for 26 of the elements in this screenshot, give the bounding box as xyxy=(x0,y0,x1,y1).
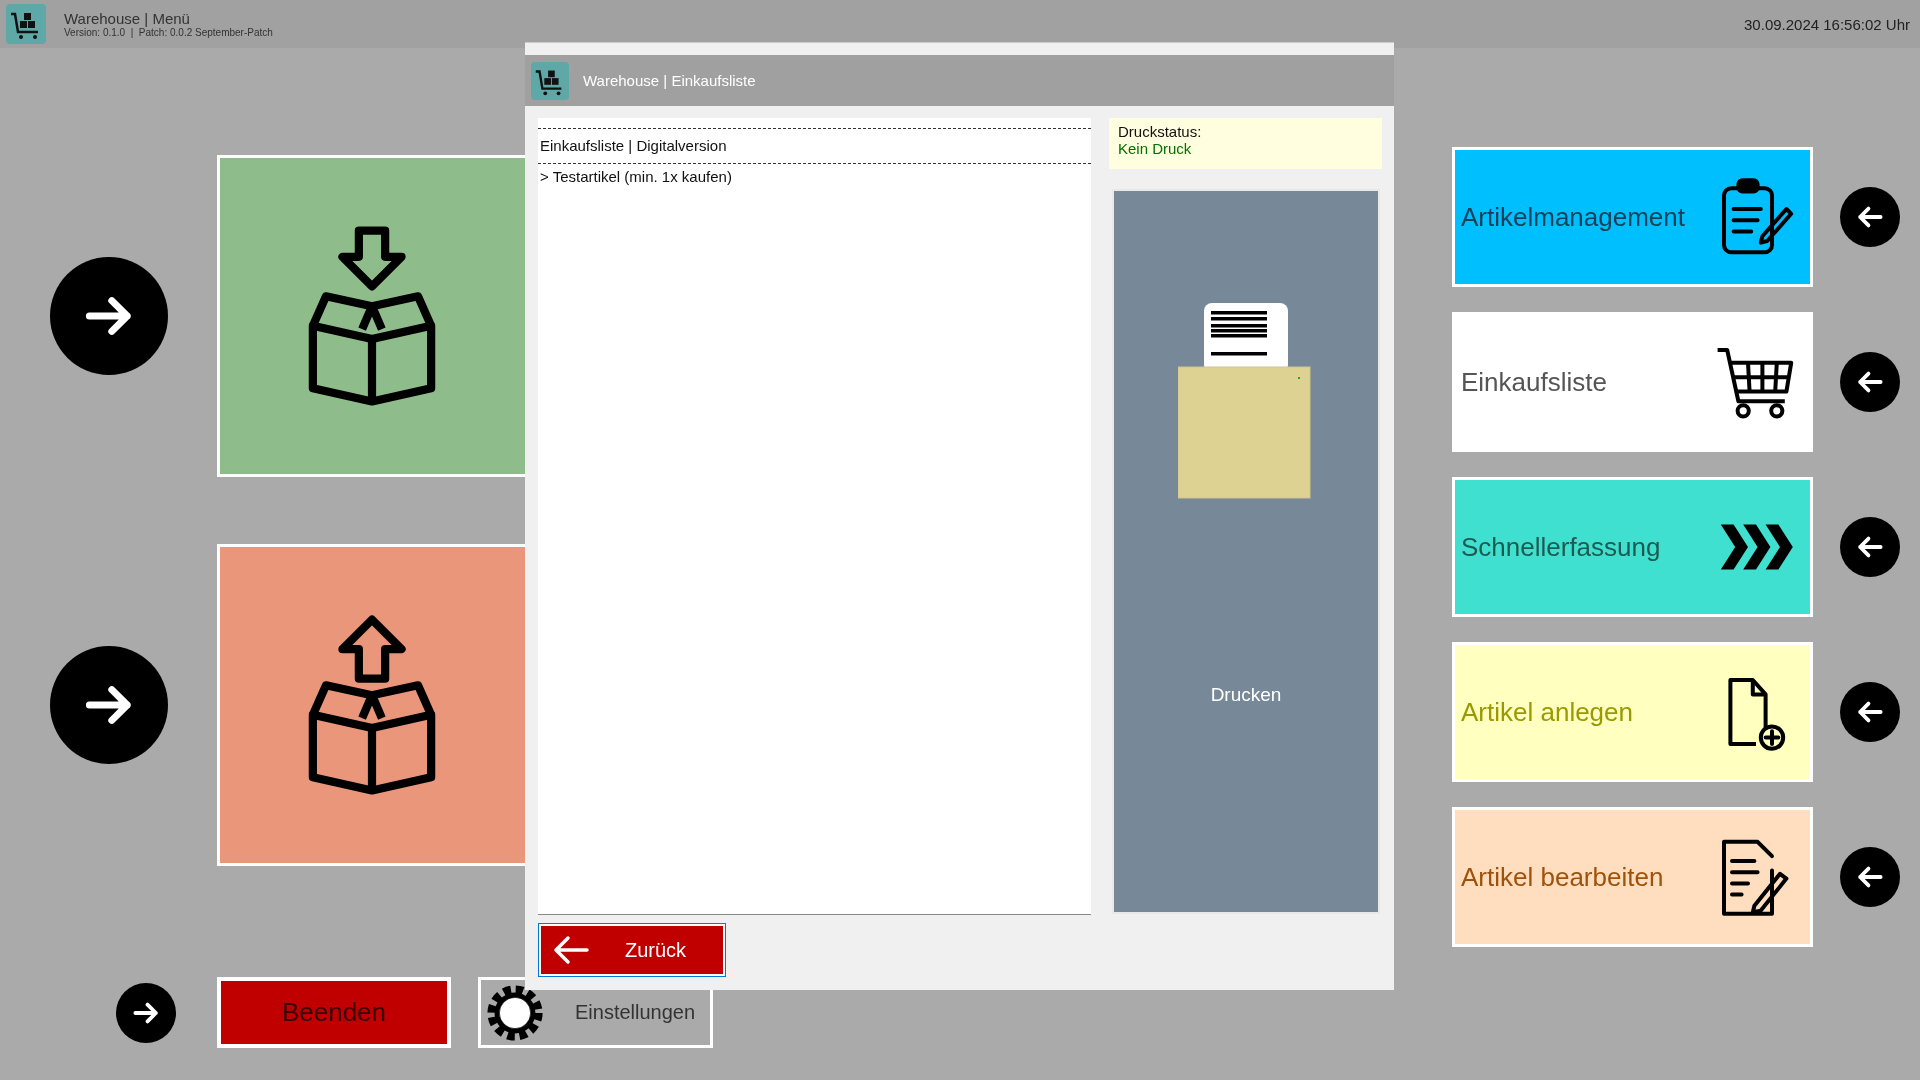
print-button[interactable]: Drucken xyxy=(1112,189,1380,914)
list-line: > Testartikel (min. 1x kaufen) xyxy=(539,167,733,187)
arrow-button[interactable] xyxy=(1840,517,1900,577)
menu-tile[interactable]: Einkaufsliste xyxy=(1452,312,1813,452)
list-line: Einkaufsliste | Digitalversion xyxy=(538,128,1091,164)
window-title: Warehouse | Menü xyxy=(64,9,191,27)
arrow-button[interactable] xyxy=(1840,352,1900,412)
clock: 30.09.2024 16:56:02 Uhr xyxy=(1744,15,1910,33)
menu-tile[interactable]: Schnellerfassung xyxy=(1452,477,1813,617)
arrow-button[interactable] xyxy=(1840,682,1900,742)
arrow-button[interactable] xyxy=(1840,187,1900,247)
back-button[interactable]: Zurück xyxy=(538,923,726,977)
app-logo xyxy=(6,4,46,44)
left-arrow-icon xyxy=(551,935,591,965)
app-logo xyxy=(531,61,569,100)
menu-tile[interactable]: Artikel anlegen xyxy=(1452,642,1813,782)
version-text: Version: 0.1.0 | Patch: 0.0.2 September-Patch xyxy=(64,26,273,39)
print-status-value: Kein Druck xyxy=(1118,140,1193,157)
menu-tile[interactable]: Artikelmanagement xyxy=(1452,147,1813,287)
arrow-button[interactable] xyxy=(1840,847,1900,907)
quit-button[interactable]: Beenden xyxy=(217,977,451,1048)
print-status-label: Druckstatus: xyxy=(1118,123,1203,140)
menu-tile[interactable]: Artikel bearbeiten xyxy=(1452,807,1813,947)
gear-icon xyxy=(485,982,545,1043)
list-text-area[interactable]: Einkaufsliste | Digitalversion > Testartikel (min. 1x kaufen) xyxy=(538,118,1091,915)
dialog-title: Warehouse | Einkaufsliste xyxy=(583,72,756,89)
